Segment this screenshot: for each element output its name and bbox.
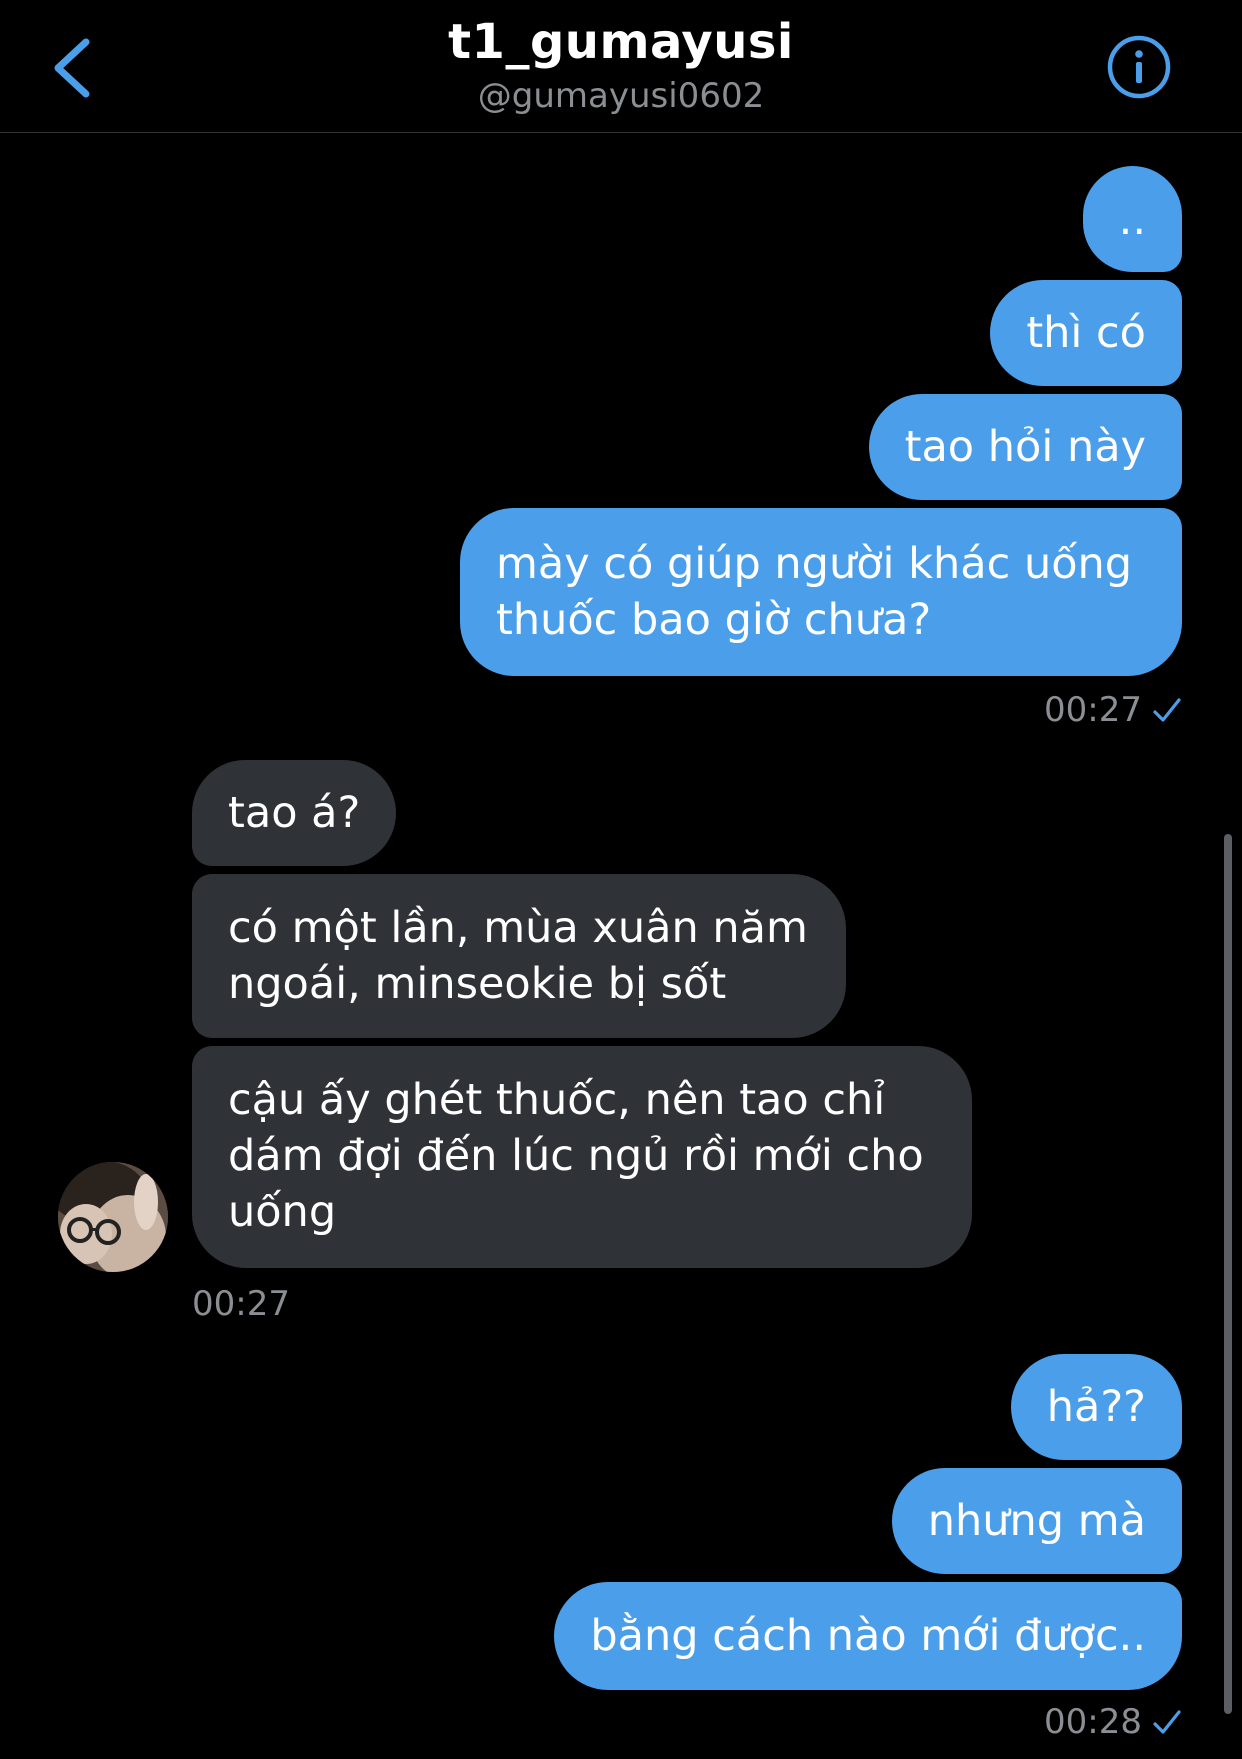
timestamp-text: 00:27 bbox=[192, 1284, 290, 1324]
scrollbar[interactable] bbox=[1224, 834, 1232, 1714]
timestamp-text: 00:27 bbox=[1044, 690, 1142, 730]
message-bubble-outgoing[interactable]: hả?? bbox=[1010, 1354, 1182, 1460]
message-text: .. bbox=[1118, 195, 1146, 245]
message-timestamp: 00:28 bbox=[1044, 1702, 1182, 1742]
message-bubble-outgoing[interactable]: .. bbox=[1082, 166, 1182, 272]
message-text: nhưng mà bbox=[927, 1496, 1146, 1546]
conversation-header: t1_gumayusi @gumayusi0602 bbox=[0, 0, 1242, 133]
message-text: có một lần, mùa xuân năm ngoái, minseoki… bbox=[228, 903, 808, 1009]
avatar-photo bbox=[58, 1162, 168, 1272]
message-bubble-outgoing[interactable]: tao hỏi này bbox=[868, 394, 1182, 500]
read-check-icon bbox=[1153, 1710, 1181, 1734]
message-bubble-incoming[interactable]: cậu ấy ghét thuốc, nên tao chỉ dám đợi đ… bbox=[192, 1046, 972, 1268]
message-text: tao hỏi này bbox=[904, 422, 1146, 472]
message-bubble-outgoing[interactable]: nhưng mà bbox=[891, 1468, 1182, 1574]
conversation-title[interactable]: t1_gumayusi bbox=[0, 14, 1242, 70]
message-bubble-outgoing[interactable]: thì có bbox=[990, 280, 1182, 386]
message-text: hả?? bbox=[1046, 1382, 1146, 1432]
info-icon[interactable] bbox=[1106, 34, 1172, 100]
message-bubble-incoming[interactable]: có một lần, mùa xuân năm ngoái, minseoki… bbox=[192, 874, 846, 1038]
conversation-handle: @gumayusi0602 bbox=[477, 76, 765, 116]
message-bubble-incoming[interactable]: tao á? bbox=[192, 760, 397, 866]
message-text: thì có bbox=[1026, 308, 1146, 358]
message-list[interactable]: .. thì có tao hỏi này mày có giúp người … bbox=[0, 134, 1242, 1759]
message-timestamp: 00:27 bbox=[192, 1284, 290, 1324]
message-text: cậu ấy ghét thuốc, nên tao chỉ dám đợi đ… bbox=[228, 1075, 924, 1237]
message-bubble-outgoing[interactable]: bằng cách nào mới được.. bbox=[554, 1582, 1182, 1690]
message-bubble-outgoing[interactable]: mày có giúp người khác uống thuốc bao gi… bbox=[460, 508, 1182, 676]
timestamp-text: 00:28 bbox=[1044, 1702, 1142, 1742]
avatar[interactable] bbox=[58, 1162, 168, 1272]
message-timestamp: 00:27 bbox=[1044, 690, 1182, 730]
message-text: mày có giúp người khác uống thuốc bao gi… bbox=[496, 539, 1133, 645]
message-text: bằng cách nào mới được.. bbox=[590, 1611, 1146, 1661]
message-text: tao á? bbox=[228, 788, 361, 838]
read-check-icon bbox=[1153, 698, 1181, 722]
